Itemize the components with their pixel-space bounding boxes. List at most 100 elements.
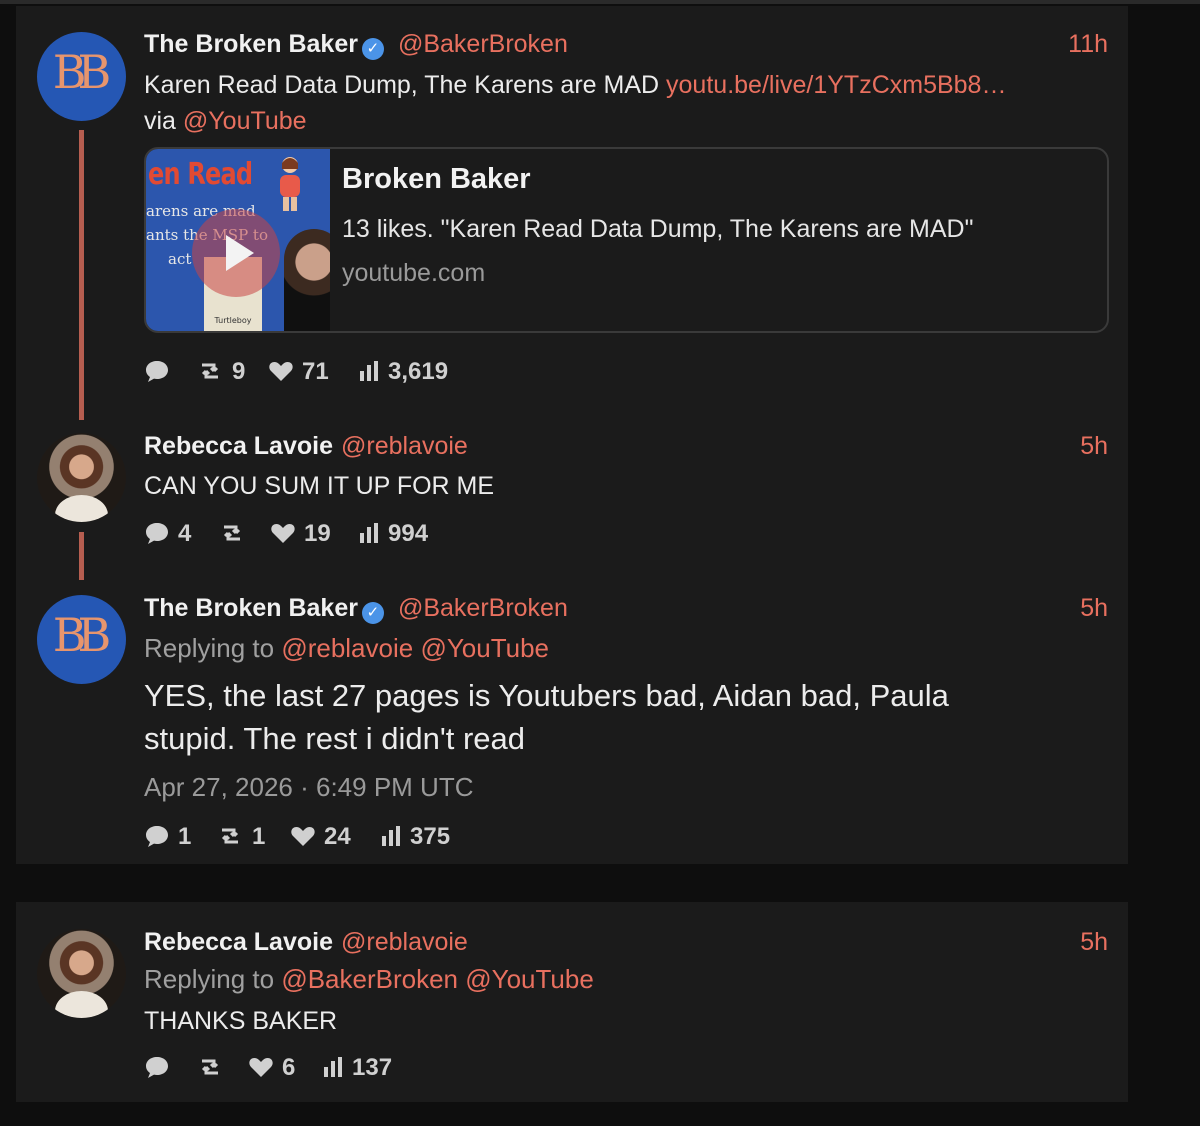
poster-label: Turtleboy — [214, 316, 252, 325]
avatar-initials: BB — [52, 45, 112, 99]
like-count: 19 — [304, 520, 331, 547]
reply-mention[interactable]: @YouTube — [420, 633, 549, 663]
retweet-button[interactable] — [196, 1054, 232, 1082]
reply-button[interactable]: 1 — [144, 823, 191, 851]
replying-label: Replying to — [144, 964, 275, 994]
views-button[interactable]: 994 — [358, 520, 428, 548]
display-name[interactable]: Rebecca Lavoie — [144, 432, 333, 460]
heart-icon — [271, 524, 295, 543]
tweet-text: YES, the last 27 pages is Youtubers bad,… — [144, 678, 949, 756]
avatar[interactable] — [37, 929, 126, 1018]
reply-mention[interactable]: @YouTube — [465, 964, 594, 994]
retweet-count: 9 — [232, 358, 246, 385]
thread-line — [79, 532, 84, 580]
display-name[interactable]: The Broken Baker — [144, 594, 358, 622]
like-count: 24 — [324, 823, 351, 850]
reply-count: 4 — [178, 520, 192, 547]
avatar[interactable]: BB — [37, 32, 126, 121]
avatar[interactable]: BB — [37, 595, 126, 684]
replying-label: Replying to — [144, 633, 275, 663]
views-icon — [382, 826, 400, 846]
reply-mention[interactable]: @BakerBroken — [281, 964, 458, 994]
tweet-header: Rebecca Lavoie @reblavoie 5h — [144, 927, 1108, 957]
like-button[interactable]: 19 — [270, 520, 331, 548]
thumb-title: en Read — [148, 157, 253, 192]
tweet-body: Karen Read Data Dump, The Karens are MAD — [144, 71, 660, 99]
avatar-initials: BB — [52, 608, 112, 662]
like-count: 6 — [282, 1054, 296, 1081]
tweet-time[interactable]: 5h — [1080, 927, 1108, 957]
heart-icon — [249, 1058, 273, 1077]
retweet-icon — [201, 1059, 219, 1075]
retweet-icon — [201, 363, 219, 379]
like-button[interactable]: 24 — [290, 823, 351, 851]
verified-icon: ✓ — [361, 38, 384, 60]
verified-icon: ✓ — [361, 602, 384, 624]
views-count: 375 — [410, 823, 451, 850]
card-description: 13 likes. "Karen Read Data Dump, The Kar… — [342, 215, 974, 243]
username[interactable]: @BakerBroken — [398, 30, 568, 58]
card-thumbnail: en Read arens are mad ants the MSP to ac… — [146, 149, 330, 331]
thumb-person — [284, 229, 330, 331]
retweet-icon — [223, 525, 241, 541]
reply-mention[interactable]: @reblavoie — [281, 633, 413, 663]
reply-button[interactable]: 4 — [144, 520, 191, 548]
retweet-button[interactable]: 9 — [196, 358, 245, 386]
tweet-header: The Broken Baker ✓ @BakerBroken 5h — [144, 593, 1108, 624]
tweet-text: CAN YOU SUM IT UP FOR ME — [144, 472, 495, 500]
reply-icon — [146, 523, 168, 544]
replying-to: Replying to @BakerBroken @YouTube — [144, 961, 1108, 997]
views-button[interactable]: 375 — [380, 823, 450, 851]
views-count: 137 — [352, 1054, 393, 1081]
views-count: 3,619 — [388, 358, 449, 385]
username[interactable]: @BakerBroken — [398, 594, 568, 622]
card-domain: youtube.com — [342, 259, 486, 287]
reply-icon — [146, 361, 168, 382]
retweet-button[interactable] — [218, 520, 254, 548]
views-button[interactable]: 3,619 — [358, 358, 448, 386]
reply-button[interactable] — [144, 1054, 178, 1082]
avatar[interactable] — [37, 433, 126, 522]
tweet-link[interactable]: youtu.be/live/1YTzCxm5Bb8… — [666, 71, 1006, 99]
views-icon — [324, 1057, 342, 1077]
reply-panel: Rebecca Lavoie @reblavoie 5h Replying to … — [16, 902, 1128, 1102]
reply-count: 1 — [178, 823, 192, 850]
thread-panel: BB The Broken Baker ✓ @BakerBroken 11h Kar… — [16, 6, 1128, 864]
views-count: 994 — [388, 520, 429, 547]
tweet-header: The Broken Baker ✓ @BakerBroken 11h — [144, 29, 1108, 60]
play-icon[interactable] — [192, 209, 280, 297]
heart-icon — [291, 827, 315, 846]
tweet-time[interactable]: 11h — [1068, 29, 1108, 59]
tweet-text: Karen Read Data Dump, The Karens are MAD… — [144, 67, 1108, 139]
reply-icon — [146, 826, 168, 847]
retweet-count: 1 — [252, 823, 266, 850]
username[interactable]: @reblavoie — [341, 432, 468, 460]
tweet-header: Rebecca Lavoie @reblavoie 5h — [144, 431, 1108, 461]
display-name[interactable]: The Broken Baker — [144, 30, 358, 58]
views-button[interactable]: 137 — [322, 1054, 392, 1082]
thread-line — [79, 130, 84, 420]
link-card[interactable]: en Read arens are mad ants the MSP to ac… — [144, 147, 1109, 333]
replying-to: Replying to @reblavoie @YouTube — [144, 630, 1108, 666]
cartoon-figure-icon — [280, 157, 300, 211]
card-title: Broken Baker — [342, 163, 531, 195]
like-button[interactable]: 6 — [248, 1054, 295, 1082]
like-button[interactable]: 71 — [268, 358, 329, 386]
views-icon — [360, 361, 378, 381]
reply-button[interactable] — [144, 358, 178, 386]
heart-icon — [269, 362, 293, 381]
tweet-time[interactable]: 5h — [1080, 593, 1108, 623]
retweet-icon — [221, 828, 239, 844]
username[interactable]: @reblavoie — [341, 928, 468, 956]
views-icon — [360, 523, 378, 543]
tweet-text: THANKS BAKER — [144, 1007, 338, 1035]
display-name[interactable]: Rebecca Lavoie — [144, 928, 333, 956]
tweet-datetime[interactable]: Apr 27, 2026 · 6:49 PM UTC — [144, 772, 473, 803]
reply-icon — [146, 1057, 168, 1078]
via-mention[interactable]: @YouTube — [183, 107, 307, 135]
like-count: 71 — [302, 358, 329, 385]
tweet-time[interactable]: 5h — [1080, 431, 1108, 461]
retweet-button[interactable]: 1 — [216, 823, 265, 851]
top-divider — [0, 0, 1200, 4]
via-label: via — [144, 107, 176, 135]
